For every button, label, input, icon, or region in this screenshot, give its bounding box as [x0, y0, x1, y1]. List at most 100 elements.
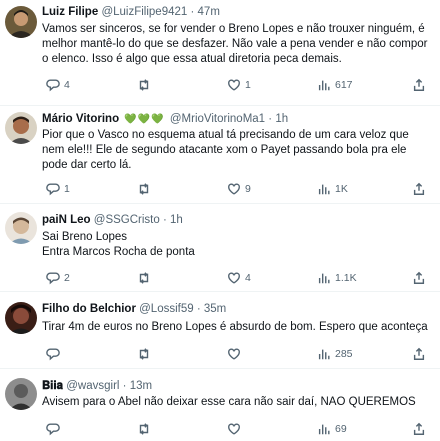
- like-button[interactable]: 9: [223, 181, 251, 197]
- display-name[interactable]: Filho do Belchior: [42, 303, 136, 315]
- reply-button[interactable]: 2: [42, 270, 70, 286]
- avatar[interactable]: [5, 112, 37, 144]
- views-button[interactable]: 617: [313, 77, 353, 93]
- view-count: 69: [335, 423, 347, 435]
- share-button[interactable]: [408, 346, 426, 362]
- tweet-text-line: nem ele!!! Ele de segundo atacante xom o…: [42, 144, 407, 156]
- display-name[interactable]: Mário Vitorino: [42, 113, 119, 125]
- tweet[interactable]: paiN Leo @SSGCristo · 1h Sai Breno Lopes…: [0, 204, 440, 292]
- avatar[interactable]: [5, 302, 37, 334]
- action-bar: 69: [42, 421, 425, 437]
- avatar[interactable]: [5, 212, 37, 244]
- reply-icon: [46, 78, 60, 92]
- like-button[interactable]: 4: [223, 270, 251, 286]
- share-button[interactable]: [408, 270, 426, 286]
- like-icon: [227, 78, 241, 92]
- tweet-text-line: Sai Breno Lopes: [42, 231, 128, 243]
- share-button[interactable]: [408, 421, 426, 437]
- timestamp[interactable]: 1h: [170, 214, 183, 226]
- retweet-icon: [137, 422, 151, 436]
- reply-count: 1: [64, 183, 70, 195]
- tweet[interactable]: Luiz Filipe @LuizFilipe9421 · 47m Vamos …: [0, 0, 440, 106]
- retweet-icon: [137, 182, 151, 196]
- separator-dot: ·: [190, 6, 195, 18]
- action-bar: 1 9 1K: [42, 181, 425, 197]
- reply-button[interactable]: [42, 421, 64, 437]
- reply-count: 2: [64, 272, 70, 284]
- tweet-text-line: Avisem para o Abel não deixar esse cara …: [42, 396, 416, 408]
- share-icon: [412, 78, 426, 92]
- display-name[interactable]: Luiz Filipe: [42, 6, 98, 18]
- retweet-icon: [137, 271, 151, 285]
- like-icon: [227, 271, 241, 285]
- views-button[interactable]: 285: [313, 346, 353, 362]
- like-button[interactable]: [223, 346, 245, 362]
- views-icon: [317, 78, 331, 92]
- views-icon: [317, 347, 331, 361]
- tweet-text: Avisem para o Abel não deixar esse cara …: [42, 395, 434, 410]
- like-count: 1: [245, 79, 251, 91]
- retweet-button[interactable]: [133, 181, 155, 197]
- display-name[interactable]: 𝐁𝐢𝐢𝐚: [42, 380, 63, 392]
- views-icon: [317, 271, 331, 285]
- share-button[interactable]: [408, 77, 426, 93]
- view-count: 617: [335, 79, 353, 91]
- tweet-text: Vamos ser sinceros, se for vender o Bren…: [42, 22, 434, 67]
- tweet-header: Luiz Filipe @LuizFilipe9421 · 47m: [42, 5, 220, 20]
- like-count: 9: [245, 183, 251, 195]
- like-icon: [227, 182, 241, 196]
- tweet-text-line: pode dar certo lá.: [42, 159, 132, 171]
- like-icon: [227, 422, 241, 436]
- share-button[interactable]: [408, 181, 426, 197]
- reply-icon: [46, 271, 60, 285]
- reply-button[interactable]: 1: [42, 181, 70, 197]
- user-handle[interactable]: @MrioVitorinoMa1: [170, 113, 265, 125]
- timestamp[interactable]: 13m: [130, 380, 152, 392]
- retweet-button[interactable]: [133, 270, 155, 286]
- views-icon: [317, 422, 331, 436]
- user-handle[interactable]: @Lossif59: [139, 303, 194, 315]
- views-button[interactable]: 69: [313, 421, 347, 437]
- tweet-header: paiN Leo @SSGCristo · 1h: [42, 213, 183, 228]
- share-icon: [412, 347, 426, 361]
- tweet-text-line: Pior que o Vasco no esquema atual tá pre…: [42, 129, 409, 141]
- action-bar: 4 1 617: [42, 77, 425, 93]
- avatar[interactable]: [5, 378, 37, 410]
- tweet-text-line: Vamos ser sinceros, se for vender o Bren…: [42, 23, 425, 35]
- retweet-button[interactable]: [133, 346, 155, 362]
- tweet-text-line: Tirar 4m de euros no Breno Lopes é absur…: [42, 321, 428, 333]
- share-icon: [412, 182, 426, 196]
- tweet[interactable]: Mário Vitorino 💚💚💚 @MrioVitorinoMa1 · 1h…: [0, 106, 440, 204]
- timestamp[interactable]: 47m: [198, 6, 220, 18]
- user-handle[interactable]: @wavsgirl: [66, 380, 119, 392]
- reply-button[interactable]: [42, 346, 64, 362]
- separator-dot: ·: [122, 380, 127, 392]
- like-button[interactable]: [223, 421, 245, 437]
- share-icon: [412, 271, 426, 285]
- tweet-header: 𝐁𝐢𝐢𝐚 @wavsgirl · 13m: [42, 379, 152, 394]
- user-handle[interactable]: @LuizFilipe9421: [101, 6, 187, 18]
- retweet-button[interactable]: [133, 421, 155, 437]
- reply-icon: [46, 347, 60, 361]
- tweet[interactable]: 𝐁𝐢𝐢𝐚 @wavsgirl · 13m Avisem para o Abel …: [0, 369, 440, 441]
- user-handle[interactable]: @SSGCristo: [94, 214, 160, 226]
- views-button[interactable]: 1.1K: [313, 270, 357, 286]
- tweet-text: Sai Breno Lopes Entra Marcos Rocha de po…: [42, 230, 434, 260]
- tweet-text: Pior que o Vasco no esquema atual tá pre…: [42, 128, 434, 173]
- tweet-header: Filho do Belchior @Lossif59 · 35m: [42, 302, 226, 317]
- share-icon: [412, 422, 426, 436]
- display-name[interactable]: paiN Leo: [42, 214, 91, 226]
- name-badge: 💚💚💚: [124, 114, 165, 125]
- timestamp[interactable]: 1h: [275, 113, 288, 125]
- avatar[interactable]: [5, 6, 37, 38]
- view-count: 1K: [335, 183, 348, 195]
- like-button[interactable]: 1: [223, 77, 251, 93]
- reply-button[interactable]: 4: [42, 77, 70, 93]
- timestamp[interactable]: 35m: [204, 303, 226, 315]
- view-count: 1.1K: [335, 272, 357, 284]
- views-button[interactable]: 1K: [313, 181, 348, 197]
- action-bar: 285: [42, 346, 425, 362]
- tweet[interactable]: Filho do Belchior @Lossif59 · 35m Tirar …: [0, 292, 440, 369]
- reply-icon: [46, 182, 60, 196]
- retweet-button[interactable]: [133, 77, 155, 93]
